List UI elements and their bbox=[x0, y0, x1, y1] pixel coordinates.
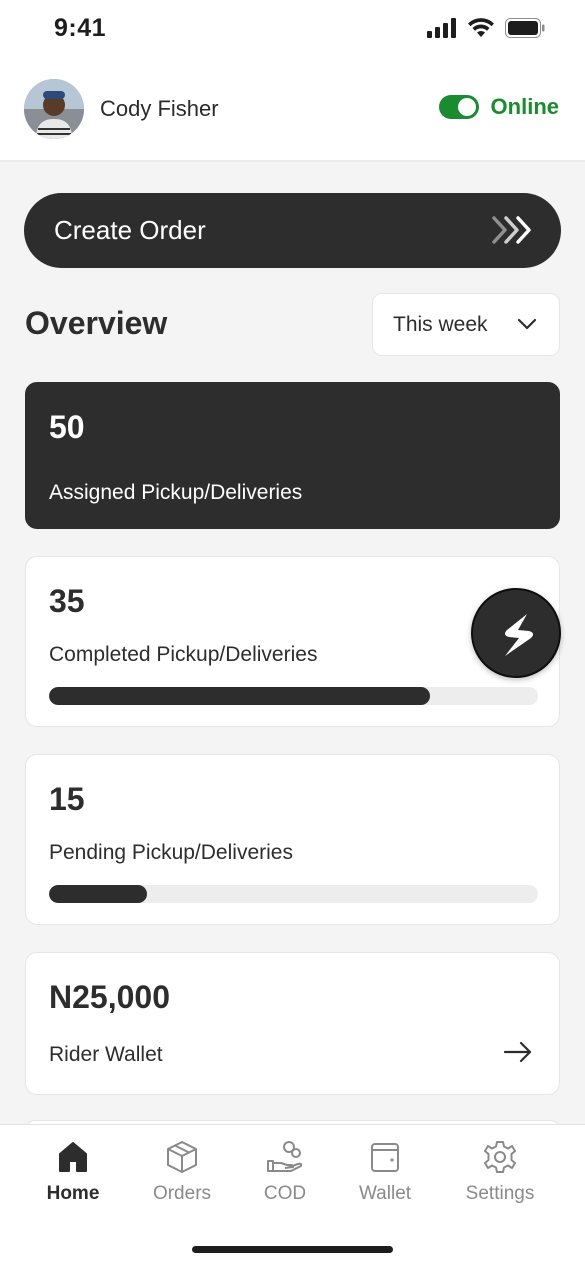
wallet-card[interactable]: N25,000 Rider Wallet bbox=[25, 952, 560, 1095]
gear-icon bbox=[484, 1141, 516, 1173]
completed-progress-fill bbox=[49, 687, 431, 705]
completed-progress-bar bbox=[49, 687, 538, 705]
cash-hand-icon bbox=[267, 1141, 303, 1172]
toggle-knob bbox=[457, 98, 476, 116]
create-order-button[interactable]: Create Order bbox=[24, 193, 561, 268]
chevron-down-icon bbox=[517, 318, 537, 330]
wallet-icon bbox=[371, 1143, 399, 1172]
wallet-balance: N25,000 bbox=[49, 979, 170, 1015]
period-select[interactable]: This week bbox=[372, 293, 560, 356]
pending-count: 15 bbox=[49, 781, 85, 817]
pending-card[interactable]: 15 Pending Pickup/Deliveries bbox=[25, 754, 560, 925]
overview-title: Overview bbox=[25, 305, 168, 341]
status-time: 9:41 bbox=[54, 14, 107, 42]
tab-settings[interactable]: Settings bbox=[445, 1139, 555, 1205]
online-label: Online bbox=[490, 94, 559, 119]
support-fab[interactable] bbox=[471, 588, 561, 678]
assigned-card[interactable]: 50 Assigned Pickup/Deliveries bbox=[25, 382, 560, 529]
tab-orders[interactable]: Orders bbox=[127, 1139, 237, 1205]
signal-icon bbox=[427, 18, 456, 38]
tab-wallet-label: Wallet bbox=[358, 1183, 412, 1204]
arrow-right-icon[interactable] bbox=[503, 1041, 533, 1063]
avatar[interactable] bbox=[24, 79, 84, 139]
create-order-label: Create Order bbox=[54, 215, 206, 245]
wifi-icon bbox=[468, 18, 494, 37]
period-selected-value: This week bbox=[393, 313, 488, 336]
avatar-image bbox=[24, 79, 84, 139]
bottom-tab-bar: Home Orders COD Wallet Settings bbox=[0, 1124, 585, 1266]
brand-logo-icon bbox=[504, 614, 534, 656]
home-indicator bbox=[192, 1246, 393, 1253]
tab-wallet[interactable]: Wallet bbox=[330, 1139, 440, 1205]
assigned-count: 50 bbox=[49, 409, 85, 445]
tab-cod[interactable]: COD bbox=[230, 1139, 340, 1205]
tab-cod-label: COD bbox=[263, 1183, 307, 1204]
tab-home-label: Home bbox=[46, 1183, 100, 1204]
home-icon bbox=[59, 1142, 87, 1172]
status-bar: 9:41 bbox=[0, 0, 585, 62]
triple-chevron-right-icon bbox=[492, 216, 531, 244]
app-header: Cody Fisher Online bbox=[0, 62, 585, 162]
tab-settings-label: Settings bbox=[465, 1183, 535, 1204]
wallet-label: Rider Wallet bbox=[49, 1043, 163, 1066]
tab-orders-label: Orders bbox=[152, 1183, 212, 1204]
battery-icon bbox=[505, 18, 545, 38]
status-icons bbox=[427, 18, 545, 38]
pending-label: Pending Pickup/Deliveries bbox=[49, 841, 293, 864]
box-icon bbox=[167, 1141, 197, 1173]
online-toggle[interactable] bbox=[438, 95, 479, 119]
online-status: Online bbox=[438, 94, 559, 120]
user-name: Cody Fisher bbox=[100, 96, 219, 121]
assigned-label: Assigned Pickup/Deliveries bbox=[49, 481, 303, 504]
pending-progress-bar bbox=[49, 885, 538, 903]
completed-count: 35 bbox=[49, 583, 85, 619]
tab-home[interactable]: Home bbox=[18, 1139, 128, 1205]
pending-progress-fill bbox=[49, 885, 147, 903]
completed-label: Completed Pickup/Deliveries bbox=[49, 643, 318, 666]
